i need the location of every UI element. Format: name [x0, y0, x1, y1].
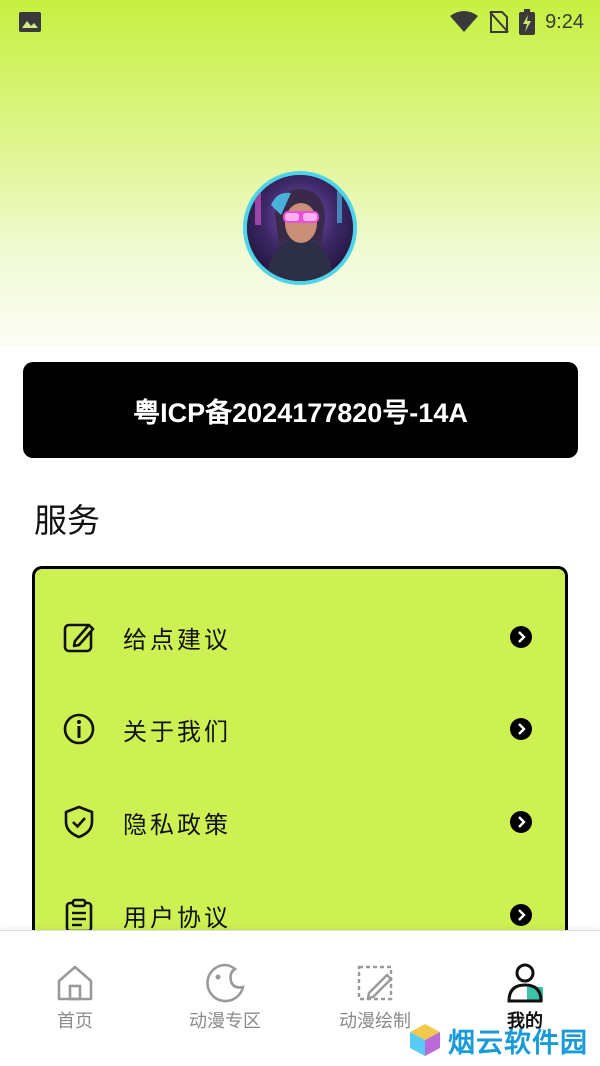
- nav-item-home[interactable]: 首页: [0, 961, 150, 1041]
- services-card: 给点建议 关于我们 隐私政策 用户协议: [32, 566, 568, 966]
- icp-banner: 粤ICP备2024177820号-14A: [23, 362, 578, 458]
- service-item-label: 隐私政策: [123, 810, 231, 839]
- service-item-label: 关于我们: [123, 717, 231, 746]
- wifi-icon: [450, 11, 479, 32]
- chevron-right-icon: [510, 718, 532, 740]
- draw-icon: [357, 965, 393, 1001]
- battery-charging-icon: [519, 9, 536, 35]
- watermark: 烟云软件园: [408, 1020, 588, 1060]
- chevron-right-icon: [510, 811, 532, 833]
- edit-icon: [63, 623, 95, 653]
- clipboard-list-icon: [65, 898, 93, 933]
- service-item-label: 给点建议: [123, 625, 231, 654]
- info-icon: [63, 713, 95, 745]
- avatar-illustration: [247, 175, 353, 281]
- service-item-label: 用户协议: [123, 903, 231, 932]
- icp-text: 粤ICP备2024177820号-14A: [133, 397, 468, 428]
- palette-icon: [206, 963, 245, 1003]
- user-icon: [507, 963, 543, 1003]
- no-sim-icon: [489, 11, 509, 33]
- nav-item-anime-zone[interactable]: 动漫专区: [150, 961, 300, 1041]
- service-item-feedback[interactable]: 给点建议: [35, 607, 565, 667]
- services-title: 服务: [34, 501, 100, 540]
- status-time: 9:24: [545, 10, 584, 33]
- nav-label: 首页: [57, 1011, 93, 1032]
- avatar[interactable]: [243, 171, 357, 285]
- watermark-text: 烟云软件园: [448, 1027, 588, 1059]
- gallery-notification-icon: [19, 12, 41, 32]
- home-icon: [57, 965, 93, 1001]
- shield-check-icon: [64, 805, 94, 839]
- chevron-right-icon: [510, 904, 532, 926]
- service-item-about[interactable]: 关于我们: [35, 699, 565, 759]
- status-bar: 9:24: [0, 0, 600, 44]
- service-item-privacy[interactable]: 隐私政策: [35, 792, 565, 852]
- cube-logo-icon: [410, 1024, 440, 1056]
- chevron-right-icon: [510, 626, 532, 648]
- nav-label: 动漫专区: [189, 1011, 261, 1032]
